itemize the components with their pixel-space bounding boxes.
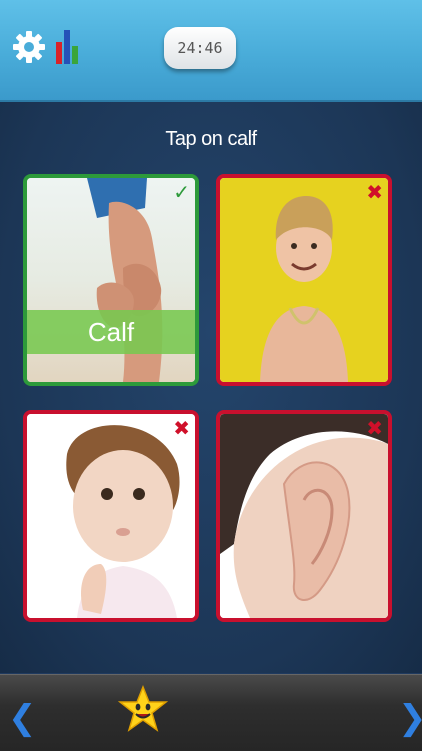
timer-display: 24:46 (164, 27, 236, 69)
cross-icon: ✖ (173, 416, 190, 440)
chevron-right-icon[interactable]: ❯ (398, 701, 422, 735)
answer-card-calf[interactable]: Calf ✓ (23, 174, 199, 386)
cross-icon: ✖ (366, 416, 383, 440)
cross-icon: ✖ (366, 180, 383, 204)
answer-card-boy[interactable]: ✖ (216, 174, 392, 386)
bottom-bar: ❮ ❯ (0, 674, 422, 751)
ear-photo (220, 414, 388, 618)
check-icon: ✓ (173, 180, 190, 204)
chevron-left-icon[interactable]: ❮ (8, 701, 37, 735)
star-face-icon[interactable] (118, 685, 168, 733)
quiz-prompt: Tap on calf (165, 128, 257, 150)
boy-photo (220, 178, 388, 382)
bar-chart-icon[interactable] (55, 28, 79, 64)
answer-label: Calf (27, 310, 195, 354)
answer-card-toddler[interactable]: ✖ (23, 410, 199, 622)
answer-card-ear[interactable]: ✖ (216, 410, 392, 622)
top-bar: 24:46 (0, 0, 422, 102)
toddler-photo (27, 414, 195, 618)
gear-icon[interactable] (12, 30, 46, 64)
